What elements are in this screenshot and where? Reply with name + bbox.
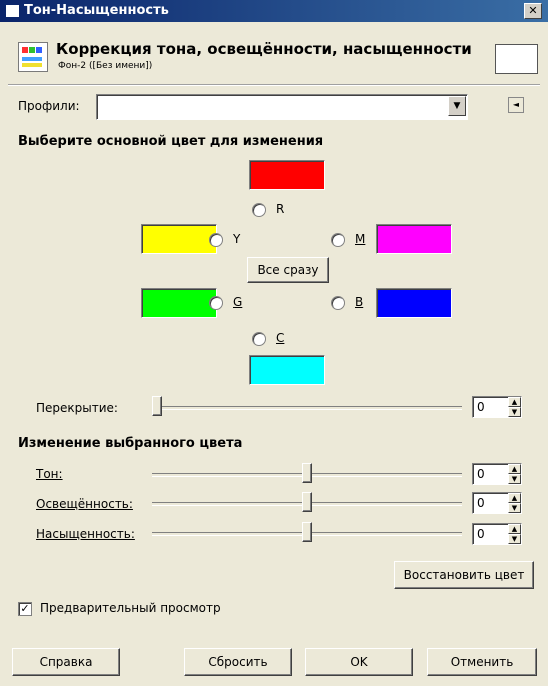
dialog-subtitle: Фон-2 ([Без имени]) [58,61,153,71]
spin-up-icon[interactable]: ▲ [508,464,521,474]
hue-slider-thumb[interactable] [302,463,312,483]
swatch-yellow [141,224,217,254]
spin-down-icon[interactable]: ▼ [508,474,521,484]
radio-c[interactable] [252,332,266,346]
saturation-spinbox[interactable]: 0 ▲ ▼ [472,523,522,545]
separator [8,84,540,86]
all-colors-button[interactable]: Все сразу [247,257,329,283]
swatch-blue [376,288,452,318]
title-bar: Тон-Насыщенность ✕ [0,0,548,22]
saturation-value: 0 [477,527,485,541]
swatch-magenta [376,224,452,254]
reset-button[interactable]: Сбросить [184,648,292,676]
radio-y[interactable] [209,233,223,247]
hue-saturation-icon [18,42,48,72]
profiles-label: Профили: [18,99,80,113]
hue-value: 0 [477,467,485,481]
overlap-spinbox[interactable]: 0 ▲ ▼ [472,396,522,418]
radio-b[interactable] [331,296,345,310]
spin-down-icon[interactable]: ▼ [508,503,521,513]
swatch-red [249,160,325,190]
swatch-cyan [249,355,325,385]
chevron-down-icon[interactable]: ▼ [448,96,466,116]
spin-down-icon[interactable]: ▼ [508,534,521,544]
radio-r[interactable] [252,203,266,217]
saturation-slider-thumb[interactable] [302,522,312,542]
hue-spinbox[interactable]: 0 ▲ ▼ [472,463,522,485]
lightness-slider-thumb[interactable] [302,492,312,512]
select-color-heading: Выберите основной цвет для изменения [18,134,324,149]
window-title: Тон-Насыщенность [24,3,169,18]
reset-color-button[interactable]: Восстановить цвет [394,561,534,589]
profiles-menu-button[interactable]: ◄ [508,97,524,113]
lightness-spinbox[interactable]: 0 ▲ ▼ [472,492,522,514]
overlap-label: Перекрытие: [36,401,118,415]
overlap-slider-track[interactable] [152,406,462,410]
overlap-slider-thumb[interactable] [152,396,162,416]
window-icon [6,5,19,17]
help-button[interactable]: Справка [12,648,120,676]
radio-y-label: Y [233,232,241,246]
close-button[interactable]: ✕ [524,3,542,19]
dialog-title: Коррекция тона, освещённости, насыщеннос… [56,40,472,58]
ok-button[interactable]: OK [305,648,413,676]
radio-m-label: M [355,232,366,246]
radio-b-label: B [355,295,364,309]
radio-r-label: R [276,202,285,216]
radio-c-label: C [276,331,285,345]
radio-g[interactable] [209,296,223,310]
radio-g-label: G [233,295,243,309]
adjust-heading: Изменение выбранного цвета [18,436,243,451]
spin-down-icon[interactable]: ▼ [508,407,521,417]
checkmark-icon: ✓ [20,602,30,615]
spin-up-icon[interactable]: ▲ [508,493,521,503]
overlap-value: 0 [477,400,485,414]
lightness-label: Освещённость: [36,497,133,511]
preview-checkbox[interactable]: ✓ [18,602,32,616]
profiles-combo[interactable]: ▼ [96,94,468,120]
spin-up-icon[interactable]: ▲ [508,397,521,407]
saturation-label: Насыщенность: [36,527,135,541]
radio-m[interactable] [331,233,345,247]
hue-label: Тон: [36,467,63,481]
lightness-value: 0 [477,496,485,510]
swatch-green [141,288,217,318]
spin-up-icon[interactable]: ▲ [508,524,521,534]
preview-label: Предварительный просмотр [40,601,221,615]
layer-preview [495,44,538,74]
cancel-button[interactable]: Отменить [427,648,537,676]
